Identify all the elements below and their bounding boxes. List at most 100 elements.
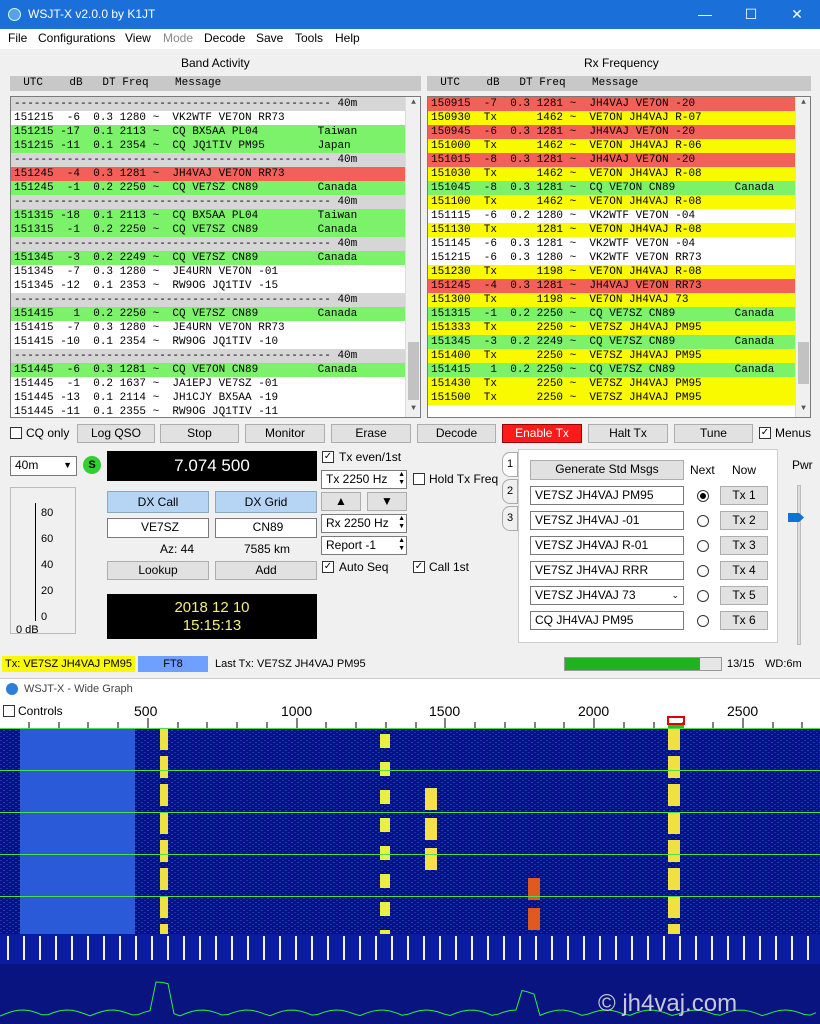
rx_frequency-row[interactable]: 151045 -8 0.3 1281 ~ CQ VE7ON CN89 Canad…: [428, 181, 810, 195]
tx-message-field[interactable]: CQ JH4VAJ PM95: [530, 611, 684, 630]
rx_frequency-row[interactable]: 151015 -8 0.3 1281 ~ JH4VAJ VE7ON -20: [428, 153, 810, 167]
stop-button[interactable]: Stop: [160, 424, 239, 443]
band-activity-list[interactable]: ----------------------------------------…: [10, 96, 421, 418]
band_activity-row[interactable]: ----------------------------------------…: [11, 153, 420, 167]
band_activity-row[interactable]: ----------------------------------------…: [11, 97, 420, 111]
tx-now-button[interactable]: Tx 4: [720, 561, 768, 580]
rx_frequency-row[interactable]: 151145 -6 0.3 1281 ~ VK2WTF VE7ON -04: [428, 237, 810, 251]
scroll-up-icon[interactable]: ▲: [406, 98, 420, 110]
tx-message-field[interactable]: VE7SZ JH4VAJ -01: [530, 511, 684, 530]
rx_frequency-row[interactable]: 151115 -6 0.2 1280 ~ VK2WTF VE7ON -04: [428, 209, 810, 223]
rx_frequency-row[interactable]: 151130 Tx 1281 ~ VE7ON JH4VAJ R-08: [428, 223, 810, 237]
close-button[interactable]: ✕: [774, 0, 820, 29]
band_activity-row[interactable]: ----------------------------------------…: [11, 349, 420, 363]
halt-tx-button[interactable]: Halt Tx: [588, 424, 668, 443]
pwr-slider-handle[interactable]: [788, 513, 804, 522]
rx-frequency-list[interactable]: 150915 -7 0.3 1281 ~ JH4VAJ VE7ON -20 150…: [427, 96, 811, 418]
band_activity-row[interactable]: 151415 -7 0.3 1280 ~ JE4URN VE7ON RR73: [11, 321, 420, 335]
band_activity-row[interactable]: 151315 -1 0.2 2250 ~ CQ VE7SZ CN89 Canad…: [11, 223, 420, 237]
rx_frequency-row[interactable]: 151333 Tx 2250 ~ VE7SZ JH4VAJ PM95: [428, 321, 810, 335]
rx_frequency-row[interactable]: 151345 -3 0.2 2249 ~ CQ VE7SZ CN89 Canad…: [428, 335, 810, 349]
tx-now-button[interactable]: Tx 2: [720, 511, 768, 530]
log-qso-button[interactable]: Log QSO: [77, 424, 155, 443]
tx-message-field[interactable]: VE7SZ JH4VAJ PM95: [530, 486, 684, 505]
rx_frequency-row[interactable]: 151500 Tx 2250 ~ VE7SZ JH4VAJ PM95: [428, 391, 810, 405]
dx-call-button[interactable]: DX Call: [107, 491, 209, 513]
rx_frequency-row[interactable]: 150915 -7 0.3 1281 ~ JH4VAJ VE7ON -20: [428, 97, 810, 111]
chevron-down-icon[interactable]: ⌄: [671, 587, 679, 604]
menu-mode[interactable]: Mode: [163, 31, 193, 45]
band_activity-row[interactable]: 151215 -6 0.3 1280 ~ VK2WTF VE7ON RR73: [11, 111, 420, 125]
band-activity-scrollbar[interactable]: ▲ ▼: [405, 97, 420, 417]
band-select[interactable]: 40m ▼: [10, 456, 77, 476]
erase-button[interactable]: Erase: [331, 424, 411, 443]
tx-message-field[interactable]: VE7SZ JH4VAJ 73 ⌄: [530, 586, 684, 605]
scroll-down-icon[interactable]: ▼: [406, 404, 420, 416]
rx-to-tx-down-button[interactable]: ▼: [367, 492, 407, 511]
next-radio[interactable]: [697, 490, 709, 502]
tx-freq-spinbox[interactable]: Tx 2250 Hz ▲ ▼: [321, 470, 407, 489]
dx-grid-button[interactable]: DX Grid: [215, 491, 317, 513]
msg-tab-3[interactable]: 3: [502, 506, 518, 531]
menu-tools[interactable]: Tools: [295, 31, 323, 45]
tx-message-field[interactable]: VE7SZ JH4VAJ RRR: [530, 561, 684, 580]
generate-std-msgs-button[interactable]: Generate Std Msgs: [530, 460, 684, 480]
menu-decode[interactable]: Decode: [204, 31, 245, 45]
band_activity-row[interactable]: 151445 -13 0.1 2114 ~ JH1CJY BX5AA -19: [11, 391, 420, 405]
menu-view[interactable]: View: [125, 31, 151, 45]
band_activity-row[interactable]: 151345 -12 0.1 2353 ~ RW9OG JQ1TIV -15: [11, 279, 420, 293]
pwr-slider-track[interactable]: [797, 485, 801, 645]
add-button[interactable]: Add: [215, 561, 317, 580]
hold-tx-checkbox[interactable]: [413, 473, 425, 485]
tx-to-rx-up-button[interactable]: ▲: [321, 492, 361, 511]
band_activity-row[interactable]: 151415 1 0.2 2250 ~ CQ VE7SZ CN89 Canada: [11, 307, 420, 321]
monitor-button[interactable]: Monitor: [245, 424, 325, 443]
menu-configurations[interactable]: Configurations: [38, 31, 115, 45]
rx-freq-spinbox[interactable]: Rx 2250 Hz ▲ ▼: [321, 514, 407, 533]
band_activity-row[interactable]: 151245 -4 0.3 1281 ~ JH4VAJ VE7ON RR73: [11, 167, 420, 181]
band_activity-row[interactable]: 151445 -11 0.1 2355 ~ RW9OG JQ1TIV -11: [11, 405, 420, 417]
lookup-button[interactable]: Lookup: [107, 561, 209, 580]
maximize-button[interactable]: ☐: [728, 0, 774, 29]
menu-save[interactable]: Save: [256, 31, 283, 45]
band_activity-row[interactable]: 151445 -6 0.3 1281 ~ CQ VE7ON CN89 Canad…: [11, 363, 420, 377]
rx_frequency-row[interactable]: 151100 Tx 1462 ~ VE7ON JH4VAJ R-08: [428, 195, 810, 209]
tx-now-button[interactable]: Tx 3: [720, 536, 768, 555]
band_activity-row[interactable]: 151445 -1 0.2 1637 ~ JA1EPJ VE7SZ -01: [11, 377, 420, 391]
scroll-down-icon[interactable]: ▼: [796, 404, 810, 416]
cq-only-checkbox[interactable]: [10, 427, 22, 439]
tx-now-button[interactable]: Tx 6: [720, 611, 768, 630]
band_activity-row[interactable]: 151345 -7 0.3 1280 ~ JE4URN VE7ON -01: [11, 265, 420, 279]
band_activity-row[interactable]: 151215 -11 0.1 2354 ~ CQ JQ1TIV PM95 Jap…: [11, 139, 420, 153]
rx_frequency-row[interactable]: 151230 Tx 1198 ~ VE7ON JH4VAJ R-08: [428, 265, 810, 279]
rx_frequency-row[interactable]: 151030 Tx 1462 ~ VE7ON JH4VAJ R-08: [428, 167, 810, 181]
minimize-button[interactable]: —: [682, 0, 728, 29]
rx_frequency-row[interactable]: 151000 Tx 1462 ~ VE7ON JH4VAJ R-06: [428, 139, 810, 153]
scroll-up-icon[interactable]: ▲: [796, 98, 810, 110]
band_activity-row[interactable]: ----------------------------------------…: [11, 237, 420, 251]
waterfall-display[interactable]: © jh4vaj.com: [0, 728, 820, 1024]
band_activity-row[interactable]: 151245 -1 0.2 2250 ~ CQ VE7SZ CN89 Canad…: [11, 181, 420, 195]
dx-grid-field[interactable]: CN89: [215, 518, 317, 538]
next-radio[interactable]: [697, 590, 709, 602]
band_activity-row[interactable]: 151415 -10 0.1 2354 ~ RW9OG JQ1TIV -10: [11, 335, 420, 349]
menu-help[interactable]: Help: [335, 31, 360, 45]
spin-arrows-icon[interactable]: ▲ ▼: [398, 515, 405, 531]
band_activity-row[interactable]: 151215 -17 0.1 2113 ~ CQ BX5AA PL04 Taiw…: [11, 125, 420, 139]
call-1st-checkbox[interactable]: ✓: [413, 561, 425, 573]
tune-button[interactable]: Tune: [674, 424, 753, 443]
decode-button[interactable]: Decode: [417, 424, 496, 443]
tx-now-button[interactable]: Tx 1: [720, 486, 768, 505]
band_activity-row[interactable]: 151345 -3 0.2 2249 ~ CQ VE7SZ CN89 Canad…: [11, 251, 420, 265]
menu-file[interactable]: File: [8, 31, 27, 45]
band_activity-row[interactable]: ----------------------------------------…: [11, 195, 420, 209]
next-radio[interactable]: [697, 615, 709, 627]
rx_frequency-row[interactable]: 151300 Tx 1198 ~ VE7ON JH4VAJ 73: [428, 293, 810, 307]
enable-tx-button[interactable]: Enable Tx: [502, 424, 582, 443]
rx_frequency-row[interactable]: 151430 Tx 2250 ~ VE7SZ JH4VAJ PM95: [428, 377, 810, 391]
spin-arrows-icon[interactable]: ▲ ▼: [398, 471, 405, 487]
band_activity-row[interactable]: ----------------------------------------…: [11, 293, 420, 307]
msg-tab-2[interactable]: 2: [502, 479, 518, 504]
rx_frequency-row[interactable]: 151415 1 0.2 2250 ~ CQ VE7SZ CN89 Canada: [428, 363, 810, 377]
next-radio[interactable]: [697, 565, 709, 577]
